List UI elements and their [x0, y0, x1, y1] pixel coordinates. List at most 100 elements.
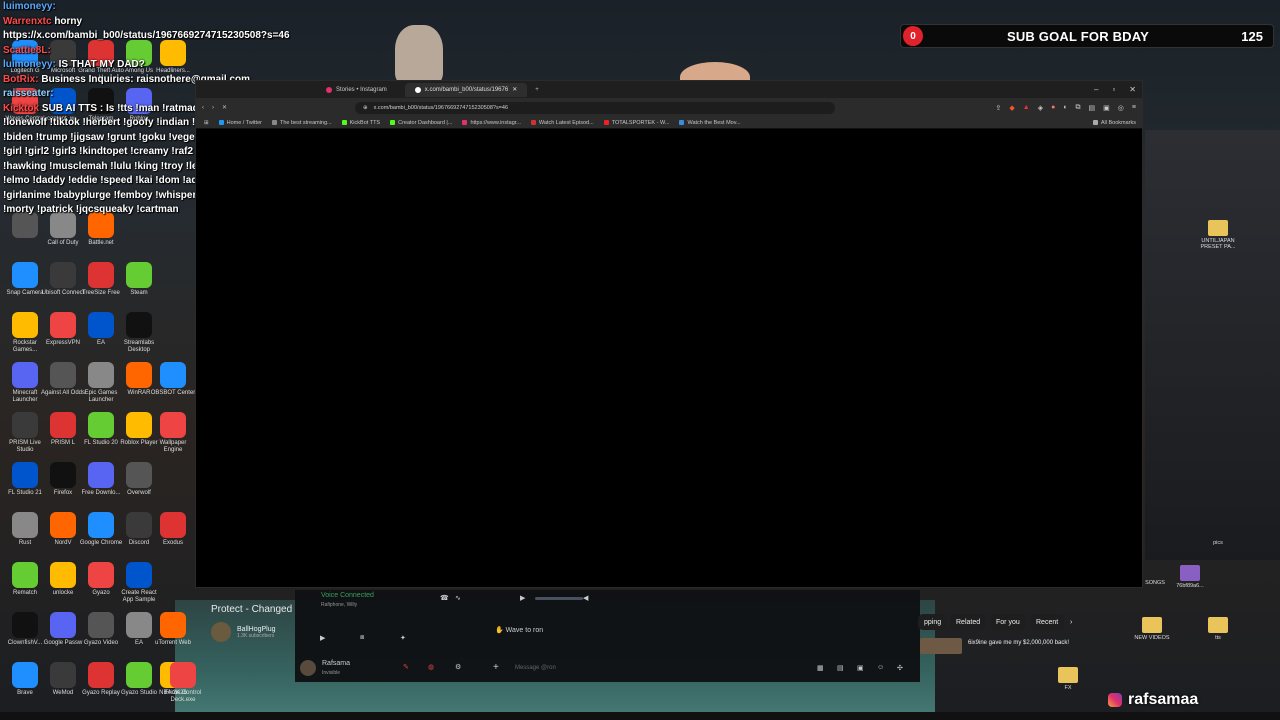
desktop-folder-pics[interactable]: pics [1193, 540, 1243, 546]
mute-icon[interactable]: ✎ [403, 663, 409, 671]
disconnect-icon[interactable]: ☎ [440, 594, 449, 602]
desktop-icon-label: Battle.net [88, 240, 114, 246]
new-tab-button[interactable]: + [535, 87, 539, 93]
video-thumbnail[interactable] [920, 638, 962, 654]
menu-icon[interactable]: ≡ [1132, 104, 1136, 112]
forward-icon[interactable]: › [212, 105, 214, 111]
volume-slider[interactable] [535, 597, 583, 600]
maximize-icon[interactable]: ▫ [1112, 85, 1115, 94]
page-content [196, 130, 1142, 587]
wave-icon: ✋ [495, 627, 506, 634]
bookmark-label: TOTALSPORTEK - W... [611, 119, 670, 126]
screen-share-icon[interactable]: ⧈ [360, 634, 364, 642]
video-title[interactable]: Protect - Changed [211, 604, 292, 615]
desktop-icon[interactable]: Streamlabs Desktop [116, 312, 162, 354]
brave-shield-icon[interactable]: ◆ [1009, 104, 1014, 112]
rewards-icon[interactable]: ▲ [1023, 104, 1030, 112]
bookmark-instagram[interactable]: https://www.instagr... [462, 120, 521, 126]
desktop-icon[interactable]: Wallpaper Engine [150, 412, 196, 454]
extension-icon[interactable]: ◐ [1063, 104, 1067, 112]
sidebar-icon[interactable]: ▤ [1089, 104, 1096, 112]
instagram-handle-overlay: rafsamaa [1108, 691, 1198, 709]
close-tab-icon[interactable]: ✕ [512, 86, 517, 93]
desktop-icon[interactable]: OBSBOT Center [150, 362, 196, 397]
activity-icon[interactable]: ✦ [400, 634, 406, 642]
folder-label: UNTILJAPAN PRESET PA... [1200, 238, 1236, 250]
desktop-icon[interactable]: Exodus [150, 512, 196, 547]
deafen-icon[interactable]: ◍ [428, 663, 434, 671]
bookmark-kickbot[interactable]: KickBot TTS [341, 119, 381, 126]
chat-username: Scattie8L: [3, 44, 51, 56]
chip-shopping[interactable]: pping [918, 614, 948, 630]
desktop-folder-untiljapan[interactable]: UNTILJAPAN PRESET PA... [1193, 220, 1243, 250]
tab-instagram-stories[interactable]: Stories • Instagram [316, 83, 397, 97]
folder-label: pics [1213, 540, 1223, 546]
close-icon[interactable]: ✕ [1129, 85, 1136, 94]
side-video-title[interactable]: 6ix9ine gave me my $2,000,000 back! [968, 640, 1073, 647]
app-icon [126, 662, 152, 688]
bookmark-episodes[interactable]: Watch Latest Episod... [530, 120, 594, 126]
minimize-icon[interactable]: – [1094, 85, 1098, 94]
all-bookmarks-button[interactable]: All Bookmarks [1092, 120, 1142, 126]
username[interactable]: Rafsama [322, 660, 350, 667]
desktop-icon[interactable]: uTorrent Web [150, 612, 196, 647]
gif-icon[interactable]: ▤ [837, 664, 844, 672]
tab-bar: Stories • Instagram x.com/bambi_b00/stat… [196, 81, 1142, 98]
sticker-icon[interactable]: ▣ [857, 664, 864, 672]
camera-icon[interactable]: ▶ [320, 634, 325, 642]
chat-line: luimoneyy: [3, 0, 333, 15]
wallet-icon[interactable]: ▣ [1103, 104, 1110, 112]
emoji-icon[interactable]: ☺ [877, 664, 884, 671]
desktop-folder-new-videos[interactable]: NEW VIDEOS [1127, 617, 1177, 641]
chip-for-you[interactable]: For you [990, 614, 1026, 630]
voice-status[interactable]: Voice Connected [321, 592, 374, 599]
chip-recent[interactable]: Recent [1030, 614, 1065, 630]
message-input[interactable]: Message @ron [515, 665, 556, 671]
apps-icon[interactable]: ⊞ [204, 120, 209, 126]
desktop-icon-label: Call of Duty [47, 240, 79, 246]
volume-icon[interactable]: ◀ [583, 594, 588, 602]
stop-icon[interactable]: ✕ [222, 104, 227, 111]
channel-name[interactable]: BallHogPlug [237, 626, 276, 633]
app-icon [50, 262, 76, 288]
user-avatar[interactable] [300, 660, 316, 676]
extension-icon[interactable]: ● [1051, 104, 1055, 112]
bookmark-label: KickBot TTS [349, 119, 381, 126]
desktop-icon[interactable]: Frime Control Deck.exe [160, 662, 206, 704]
apps-icon[interactable]: ✣ [897, 664, 903, 672]
add-attachment-icon[interactable]: + [493, 662, 499, 673]
desktop-icon-label: Snap Camera [6, 290, 44, 296]
bookmark-streaming[interactable]: The best streaming... [271, 120, 332, 126]
desktop-folder-tts[interactable]: tts [1193, 617, 1243, 641]
tab-x-status[interactable]: x.com/bambi_b00/status/19676 ✕ [404, 82, 528, 97]
bookmark-creator-dashboard[interactable]: Creator Dashboard |... [390, 120, 452, 126]
channel-avatar[interactable] [211, 622, 231, 642]
bookmark-twitter[interactable]: Home / Twitter [218, 120, 262, 126]
settings-icon[interactable]: ⚙ [455, 663, 461, 671]
url-bar[interactable]: ⊕ x.com/bambi_b00/status/196766927471523… [355, 101, 836, 114]
back-icon[interactable]: ‹ [202, 105, 204, 111]
play-icon[interactable]: ▶ [520, 594, 525, 602]
desktop-icon-label: Rockstar Games... [12, 340, 38, 353]
desktop-folder-fx[interactable]: FX [1043, 667, 1093, 691]
desktop-icon-label: ClownfishV... [7, 640, 43, 646]
bookmark-totalsportek[interactable]: TOTALSPORTEK - W... [603, 119, 670, 126]
desktop-icon-label: FL Studio 20 [84, 440, 118, 446]
extensions-icon[interactable]: ⧉ [1076, 104, 1081, 112]
desktop-file-image[interactable]: 76bf89a6... [1165, 565, 1215, 589]
app-icon [126, 562, 152, 588]
bookmark-movies[interactable]: Watch the Best Mov... [679, 120, 741, 126]
extension-icon[interactable]: ◈ [1038, 104, 1043, 112]
desktop-icon-label: Free Downlo... [81, 490, 121, 496]
vpn-icon[interactable]: ◎ [1118, 104, 1124, 112]
desktop-icon[interactable]: Create React App Sample [116, 562, 162, 604]
desktop-icon[interactable]: Steam [116, 262, 162, 297]
desktop-icon[interactable]: Overwolf [116, 462, 162, 497]
chevron-right-icon[interactable]: › [1064, 614, 1078, 630]
site-info-icon[interactable]: ⊕ [363, 105, 368, 111]
share-icon[interactable]: ⇪ [995, 104, 1001, 112]
gift-icon[interactable]: ▦ [817, 664, 824, 672]
chip-related[interactable]: Related [950, 614, 987, 630]
noise-icon[interactable]: ∿ [455, 594, 461, 602]
wave-button[interactable]: ✋ Wave to ron [495, 626, 543, 634]
